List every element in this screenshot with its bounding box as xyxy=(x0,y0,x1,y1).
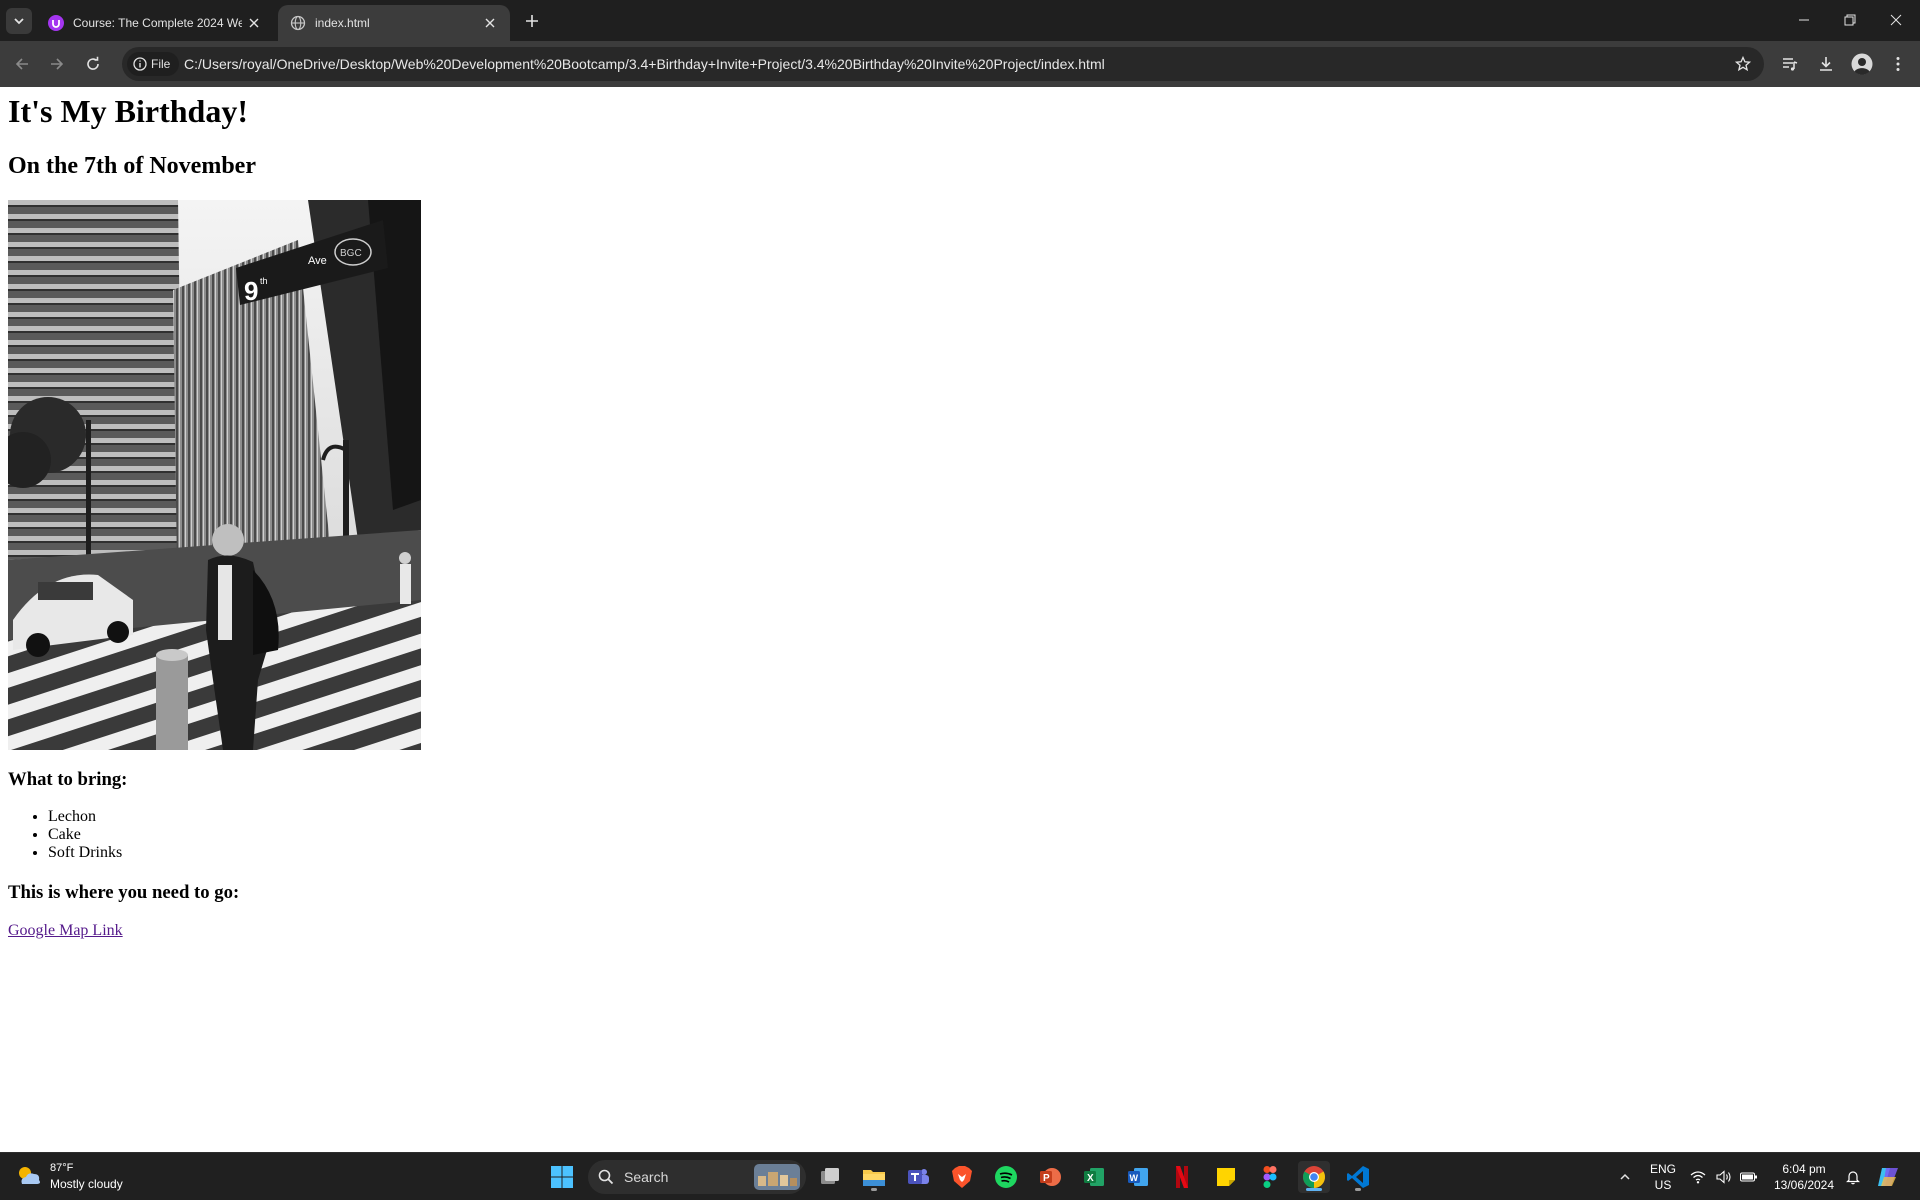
tab-index-html[interactable]: index.html xyxy=(278,5,510,41)
site-info-label: File xyxy=(151,57,171,71)
running-indicator xyxy=(1306,1188,1322,1191)
volume-icon[interactable] xyxy=(1712,1161,1736,1193)
running-indicator xyxy=(871,1188,877,1191)
windows-taskbar: 87°F Mostly cloudy Search P X W ENG US 6… xyxy=(0,1152,1920,1200)
chevron-down-icon xyxy=(14,18,24,25)
windows-start-icon[interactable] xyxy=(546,1161,578,1193)
bookmark-button[interactable] xyxy=(1732,53,1754,75)
list-item: Soft Drinks xyxy=(48,844,122,862)
minimize-icon xyxy=(1799,19,1809,21)
arrow-right-icon xyxy=(51,58,64,70)
browser-menu-button[interactable] xyxy=(1884,50,1912,78)
birthday-photo: 9 th Ave BGC xyxy=(8,200,421,750)
spotify-icon[interactable] xyxy=(990,1161,1022,1193)
reading-list-button[interactable] xyxy=(1776,50,1804,78)
reload-icon xyxy=(87,56,99,70)
language-indicator[interactable]: ENG US xyxy=(1646,1161,1680,1193)
restore-icon xyxy=(1844,14,1856,26)
sticky-notes-icon[interactable] xyxy=(1210,1161,1242,1193)
figma-icon[interactable] xyxy=(1254,1161,1286,1193)
google-map-link[interactable]: Google Map Link xyxy=(8,922,123,940)
back-button[interactable] xyxy=(8,50,36,78)
minimize-button[interactable] xyxy=(1781,0,1827,40)
teams-icon[interactable] xyxy=(902,1161,934,1193)
downloads-button[interactable] xyxy=(1812,50,1840,78)
partly-cloudy-icon xyxy=(19,1167,40,1184)
show-hidden-icons-button[interactable] xyxy=(1610,1161,1640,1193)
tab-course[interactable]: Course: The Complete 2024 We xyxy=(36,5,274,41)
page-title: It's My Birthday! xyxy=(8,93,248,129)
sign-suffix: th xyxy=(260,276,268,286)
site-info-chip[interactable]: File xyxy=(127,52,179,76)
battery-icon[interactable] xyxy=(1737,1161,1761,1193)
running-indicator xyxy=(1355,1188,1361,1191)
sign-word: Ave xyxy=(308,255,327,267)
word-icon[interactable]: W xyxy=(1122,1161,1154,1193)
more-vertical-icon xyxy=(1896,57,1900,71)
star-icon xyxy=(1735,56,1751,72)
search-icon xyxy=(598,1169,614,1185)
tab-title: Course: The Complete 2024 We xyxy=(73,16,242,30)
location-heading: This is where you need to go: xyxy=(8,882,240,903)
clock-time: 6:04 pm xyxy=(1782,1162,1826,1176)
bring-heading: What to bring: xyxy=(8,769,128,790)
taskbar-search[interactable]: Search xyxy=(588,1160,806,1194)
wifi-icon[interactable] xyxy=(1686,1161,1710,1193)
bring-list: Lechon Cake Soft Drinks xyxy=(48,808,122,862)
chevron-up-icon xyxy=(1620,1173,1630,1180)
close-icon[interactable] xyxy=(478,11,502,35)
media-controls-icon xyxy=(1783,58,1798,71)
vscode-icon[interactable] xyxy=(1342,1161,1374,1193)
list-item: Lechon xyxy=(48,808,122,826)
weather-widget[interactable]: 87°F Mostly cloudy xyxy=(16,1160,123,1192)
sign-badge: BGC xyxy=(340,248,362,259)
browser-toolbar: File C:/Users/royal/OneDrive/Desktop/Web… xyxy=(0,41,1920,87)
address-bar[interactable]: File C:/Users/royal/OneDrive/Desktop/Web… xyxy=(122,47,1764,81)
task-view-icon[interactable] xyxy=(814,1161,846,1193)
file-explorer-icon[interactable] xyxy=(858,1161,890,1193)
close-icon[interactable] xyxy=(242,11,266,35)
search-highlight-icon xyxy=(754,1164,800,1190)
svg-text:P: P xyxy=(1043,1173,1050,1184)
weather-temp: 87°F xyxy=(50,1162,74,1174)
list-item: Cake xyxy=(48,826,122,844)
page-viewport: It's My Birthday! On the 7th of November xyxy=(0,87,1920,1152)
powerpoint-icon[interactable]: P xyxy=(1034,1161,1066,1193)
svg-text:X: X xyxy=(1087,1173,1094,1184)
arrow-left-icon xyxy=(15,58,28,70)
date-subheading: On the 7th of November xyxy=(8,153,256,179)
browser-tab-strip: Course: The Complete 2024 We index.html xyxy=(0,0,1920,41)
globe-icon xyxy=(290,15,306,31)
clock-date: 13/06/2024 xyxy=(1773,1178,1835,1192)
clock[interactable]: 6:04 pm 13/06/2024 xyxy=(1766,1161,1842,1193)
chrome-icon[interactable] xyxy=(1298,1161,1330,1193)
reload-button[interactable] xyxy=(79,50,107,78)
url-text[interactable]: C:/Users/royal/OneDrive/Desktop/Web%20De… xyxy=(184,56,1105,72)
netflix-icon[interactable] xyxy=(1166,1161,1198,1193)
region-label: US xyxy=(1654,1178,1672,1192)
notification-bell-icon[interactable] xyxy=(1840,1161,1866,1193)
new-tab-button[interactable] xyxy=(519,8,545,34)
tab-title: index.html xyxy=(315,16,370,30)
close-window-button[interactable] xyxy=(1873,0,1919,40)
close-icon xyxy=(1890,14,1902,26)
plus-icon xyxy=(526,15,538,27)
restore-button[interactable] xyxy=(1827,0,1873,40)
svg-text:W: W xyxy=(1130,1173,1139,1183)
udemy-icon xyxy=(48,15,64,31)
info-icon xyxy=(133,57,147,71)
download-icon xyxy=(1820,57,1832,71)
brave-icon[interactable] xyxy=(946,1161,978,1193)
copilot-icon[interactable] xyxy=(1872,1161,1904,1193)
forward-button[interactable] xyxy=(43,50,71,78)
sign-number: 9 xyxy=(244,276,258,306)
excel-icon[interactable]: X xyxy=(1078,1161,1110,1193)
language-label: ENG xyxy=(1649,1162,1676,1176)
search-label: Search xyxy=(624,1169,669,1185)
profile-button[interactable] xyxy=(1848,50,1876,78)
tab-search-button[interactable] xyxy=(6,8,32,34)
weather-condition: Mostly cloudy xyxy=(50,1177,123,1191)
avatar xyxy=(1851,53,1873,75)
